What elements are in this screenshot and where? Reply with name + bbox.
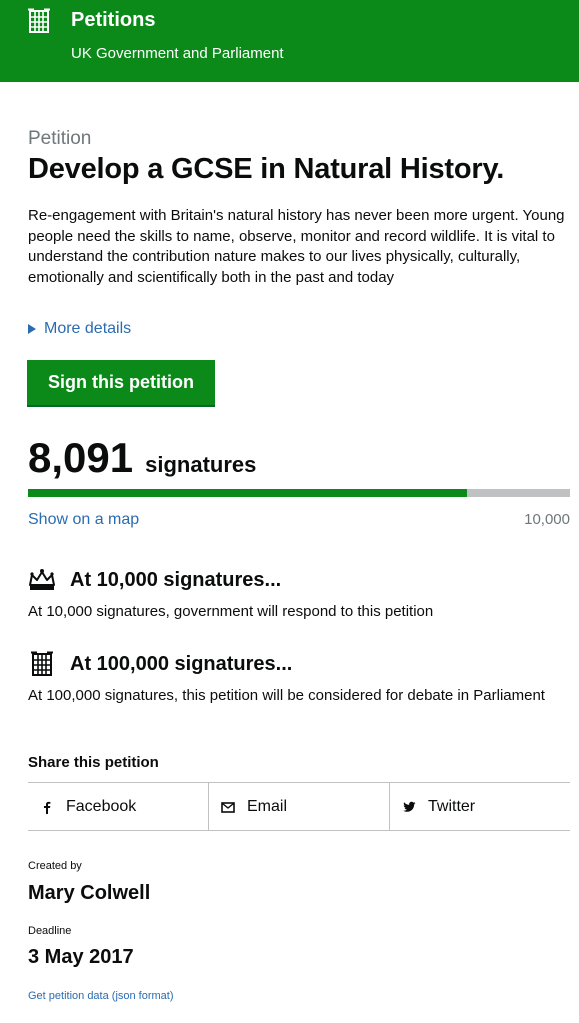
- signature-progress-bar: [28, 489, 570, 497]
- twitter-label: Twitter: [428, 797, 476, 815]
- page-kicker: Petition: [28, 128, 92, 149]
- signature-count: 8,091 signatures: [28, 434, 256, 482]
- threshold-parliament-debate: At 100,000 signatures... At 100,000 sign…: [28, 651, 570, 706]
- site-subtitle: UK Government and Parliament: [71, 45, 284, 62]
- email-icon: [221, 801, 235, 813]
- deadline-label: Deadline: [28, 925, 72, 937]
- show-on-map-link[interactable]: Show on a map: [28, 511, 139, 529]
- page-title: Develop a GCSE in Natural History.: [28, 153, 505, 185]
- petition-summary: Re-engagement with Britain's natural his…: [28, 207, 565, 286]
- created-by-label: Created by: [28, 860, 82, 872]
- threshold-government-response: At 10,000 signatures... At 10,000 signat…: [28, 567, 570, 622]
- more-details-toggle[interactable]: More details: [28, 320, 131, 338]
- threshold-heading: At 10,000 signatures...: [70, 568, 282, 591]
- signature-number: 8,091: [28, 434, 134, 481]
- more-details-label: More details: [44, 320, 132, 337]
- share-heading: Share this petition: [28, 754, 159, 771]
- deadline-value: 3 May 2017: [28, 946, 134, 968]
- share-buttons: Facebook Email Twitter: [28, 782, 570, 831]
- facebook-label: Facebook: [66, 797, 137, 815]
- threshold-heading-row: At 10,000 signatures...: [28, 567, 570, 593]
- threshold-description: At 10,000 signatures, government will re…: [28, 603, 434, 620]
- site-title[interactable]: Petitions: [71, 9, 155, 32]
- facebook-icon: [44, 801, 51, 814]
- petition-json-link[interactable]: Get petition data (json format): [28, 990, 174, 1002]
- created-by-value: Mary Colwell: [28, 882, 151, 904]
- signature-label: signatures: [145, 452, 257, 477]
- threshold-description: At 100,000 signatures, this petition wil…: [28, 687, 545, 704]
- share-email-button[interactable]: Email: [208, 783, 389, 830]
- twitter-icon: [403, 801, 416, 812]
- threshold-heading: At 100,000 signatures...: [70, 652, 293, 675]
- site-header: Petitions UK Government and Parliament: [0, 0, 579, 82]
- email-label: Email: [247, 797, 288, 815]
- signature-target: 10,000: [524, 511, 570, 528]
- triangle-right-icon: [28, 324, 36, 334]
- signature-progress-fill: [28, 489, 467, 497]
- crown-icon: [29, 569, 55, 590]
- share-facebook-button[interactable]: Facebook: [28, 783, 208, 830]
- sign-petition-button[interactable]: Sign this petition: [27, 360, 215, 405]
- portcullis-icon: [31, 651, 53, 676]
- threshold-heading-row: At 100,000 signatures...: [28, 651, 570, 677]
- portcullis-icon: [28, 8, 50, 33]
- share-twitter-button[interactable]: Twitter: [389, 783, 570, 830]
